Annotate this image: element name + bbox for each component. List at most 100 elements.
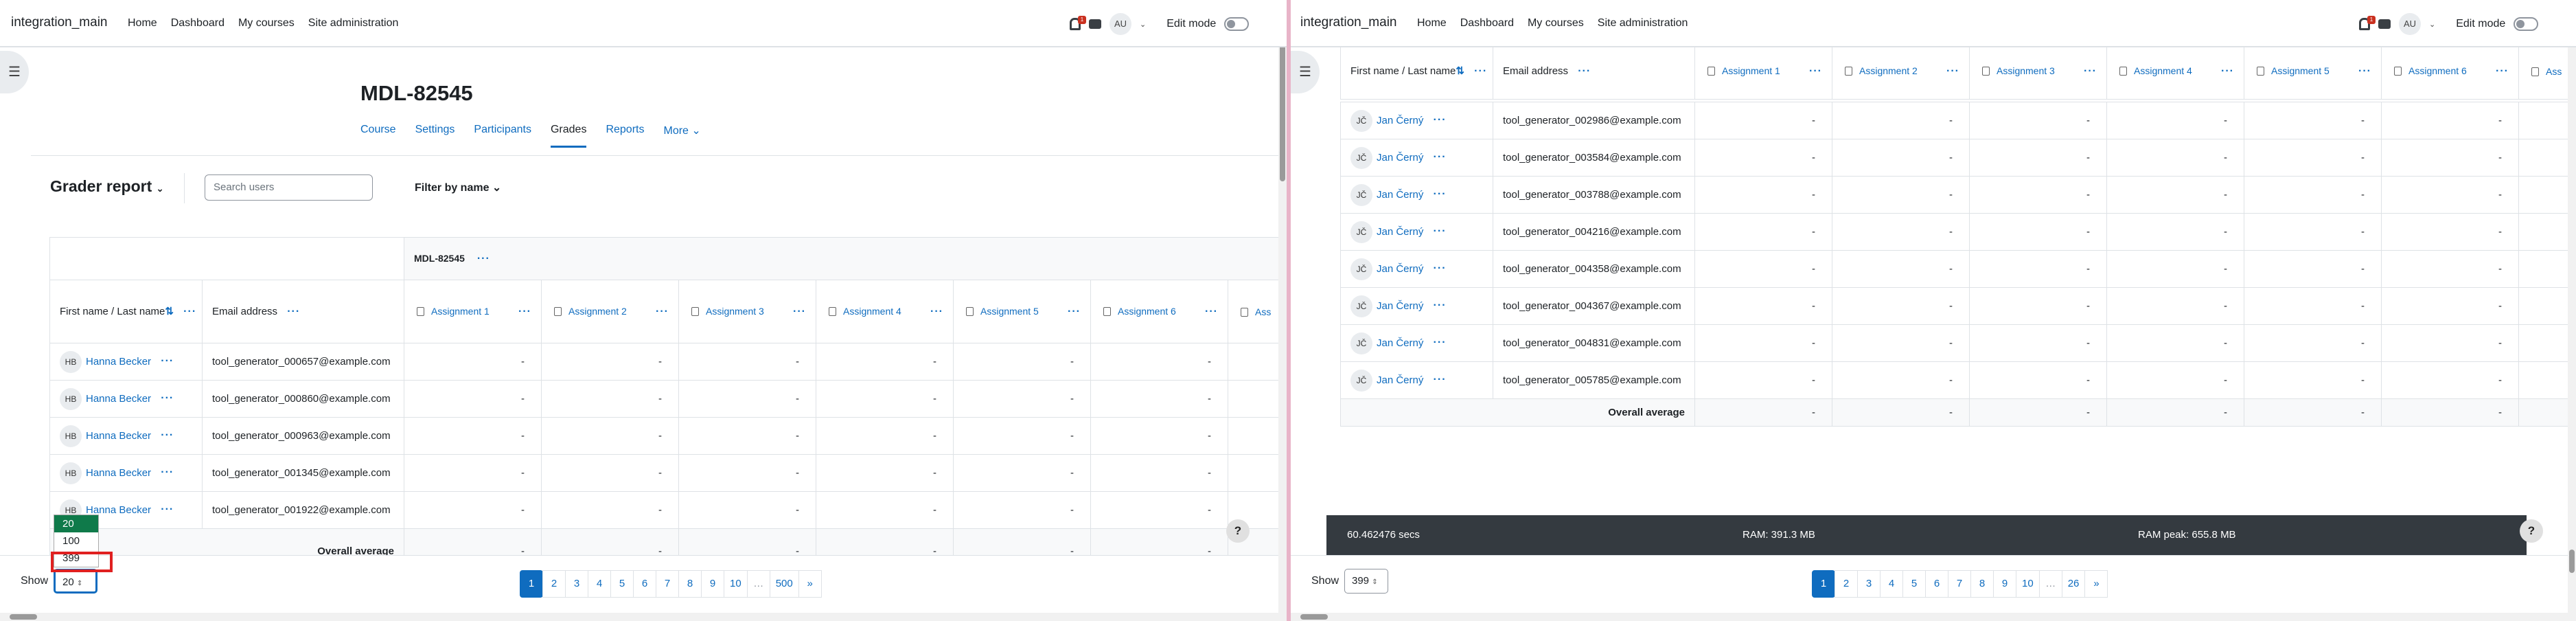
user-menu-icon[interactable]: ···	[161, 429, 174, 441]
page-link[interactable]: 2	[1835, 570, 1858, 598]
grade-cell[interactable]: -	[2381, 324, 2519, 362]
grade-cell[interactable]: -	[1969, 176, 2107, 214]
grade-cell[interactable]: -	[678, 343, 816, 381]
grade-cell[interactable]: -	[2381, 139, 2519, 177]
grade-cell[interactable]: -	[541, 491, 679, 529]
grade-cell[interactable]: -	[1832, 213, 1970, 251]
assignment-header[interactable]: Assignment 1 ···	[1694, 43, 1832, 100]
message-icon[interactable]	[1089, 19, 1101, 29]
grade-cell[interactable]: -	[1832, 250, 1970, 288]
tab-grades[interactable]: Grades	[550, 124, 587, 148]
grade-cell[interactable]: -	[404, 454, 542, 492]
grade-cell[interactable]: -	[541, 417, 679, 455]
grade-cell[interactable]: -	[2106, 250, 2244, 288]
nav-home[interactable]: Home	[128, 17, 157, 30]
user-menu-icon[interactable]: ···	[1434, 300, 1447, 311]
grade-cell[interactable]: -	[953, 454, 1091, 492]
assignment-header[interactable]: Assignment 4 ···	[2106, 43, 2244, 100]
avatar[interactable]: AU	[1109, 13, 1131, 35]
user-menu-icon[interactable]: ···	[1434, 151, 1447, 163]
assignment-header[interactable]: Assignment 2 ···	[1832, 43, 1970, 100]
horizontal-scrollbar[interactable]	[0, 613, 1287, 621]
page-link[interactable]: 10	[2016, 570, 2040, 598]
grade-cell[interactable]: -	[2244, 102, 2382, 139]
grade-cell[interactable]: -	[2244, 361, 2382, 399]
tab-reports[interactable]: Reports	[606, 124, 644, 148]
grade-cell[interactable]: -	[404, 491, 542, 529]
site-name[interactable]: integration_main	[11, 15, 107, 30]
page-link[interactable]: 3	[1857, 570, 1881, 598]
grade-cell[interactable]: -	[2244, 213, 2382, 251]
grade-cell[interactable]: -	[1969, 139, 2107, 177]
option-100[interactable]: 100	[54, 532, 98, 550]
page-link[interactable]: 1	[520, 570, 543, 598]
grade-cell[interactable]: -	[678, 417, 816, 455]
assignment-header[interactable]: Assignment 3 ···	[1969, 43, 2107, 100]
drawer-toggle-icon[interactable]: ☰	[1291, 51, 1320, 93]
grade-cell[interactable]: -	[1969, 287, 2107, 325]
grade-cell[interactable]: -	[2106, 176, 2244, 214]
grade-cell[interactable]: -	[1090, 491, 1228, 529]
assignment-header[interactable]: Assignment 6 ···	[1090, 280, 1228, 343]
grade-cell[interactable]: -	[404, 417, 542, 455]
per-page-select[interactable]: 399 ⇕	[1344, 569, 1388, 594]
category-menu-icon[interactable]: ···	[477, 253, 490, 264]
user-menu-icon[interactable]: ···	[1434, 374, 1447, 385]
grade-cell[interactable]: -	[678, 491, 816, 529]
page-link[interactable]: 1	[1812, 570, 1835, 598]
user-name-link[interactable]: Hanna Becker	[86, 392, 151, 404]
page-link[interactable]: 500	[769, 570, 799, 598]
grade-cell[interactable]: -	[404, 343, 542, 381]
page-link[interactable]: 7	[656, 570, 679, 598]
help-icon[interactable]: ?	[1226, 519, 1250, 543]
grade-cell[interactable]: -	[678, 454, 816, 492]
grade-cell[interactable]: -	[2381, 213, 2519, 251]
page-link[interactable]: 9	[701, 570, 724, 598]
page-link[interactable]: 6	[633, 570, 656, 598]
grade-cell[interactable]: -	[1694, 139, 1832, 177]
chevron-down-icon[interactable]: ⌄	[1140, 20, 1146, 29]
grade-cell[interactable]: -	[816, 343, 954, 381]
horizontal-scrollbar[interactable]	[1291, 613, 2576, 621]
grade-cell[interactable]: -	[1694, 287, 1832, 325]
grade-cell[interactable]: -	[2244, 139, 2382, 177]
user-menu-icon[interactable]: ···	[161, 504, 174, 515]
user-menu-icon[interactable]: ···	[1434, 337, 1447, 348]
user-menu-icon[interactable]: ···	[1434, 225, 1447, 237]
grade-cell[interactable]: -	[2106, 324, 2244, 362]
bell-icon[interactable]: 1	[1070, 16, 1086, 30]
grade-cell[interactable]: -	[1090, 454, 1228, 492]
user-menu-icon[interactable]: ···	[1434, 262, 1447, 274]
column-menu-icon[interactable]: ···	[183, 306, 196, 317]
user-menu-icon[interactable]: ···	[161, 355, 174, 367]
grade-cell[interactable]: -	[2106, 287, 2244, 325]
grade-cell[interactable]: -	[1832, 102, 1970, 139]
grade-cell[interactable]: -	[1832, 361, 1970, 399]
grade-cell[interactable]: -	[2381, 287, 2519, 325]
grade-cell[interactable]: -	[816, 380, 954, 418]
grade-cell[interactable]: -	[2106, 213, 2244, 251]
tab-settings[interactable]: Settings	[415, 124, 455, 148]
option-20[interactable]: 20	[54, 515, 98, 532]
avatar[interactable]: AU	[2399, 13, 2421, 35]
grade-cell[interactable]: -	[1090, 380, 1228, 418]
user-menu-icon[interactable]: ···	[1434, 188, 1447, 200]
grade-cell[interactable]: -	[2381, 176, 2519, 214]
filter-by-name-button[interactable]: Filter by name ⌄	[415, 181, 501, 194]
nav-home[interactable]: Home	[1417, 17, 1447, 30]
edit-mode-toggle[interactable]	[2514, 17, 2539, 31]
grade-cell[interactable]: -	[2244, 250, 2382, 288]
assignment-header[interactable]: Assignment 5 ···	[2244, 43, 2382, 100]
tab-participants[interactable]: Participants	[474, 124, 531, 148]
assignment-header[interactable]: Assignment 4 ···	[816, 280, 954, 343]
email-column-header[interactable]: Email address ···	[1493, 43, 1695, 100]
user-name-link[interactable]: Hanna Becker	[86, 504, 151, 515]
nav-site-admin[interactable]: Site administration	[308, 17, 399, 30]
grade-cell[interactable]: -	[1832, 139, 1970, 177]
column-menu-icon[interactable]: ···	[1578, 65, 1591, 77]
search-users-input[interactable]: Search users	[205, 174, 373, 201]
page-link[interactable]: 26	[2061, 570, 2086, 598]
assignment-header[interactable]: Assignment 2 ···	[541, 280, 679, 343]
drawer-toggle-icon[interactable]: ☰	[0, 51, 29, 93]
user-name-link[interactable]: Jan Černý	[1377, 262, 1423, 274]
